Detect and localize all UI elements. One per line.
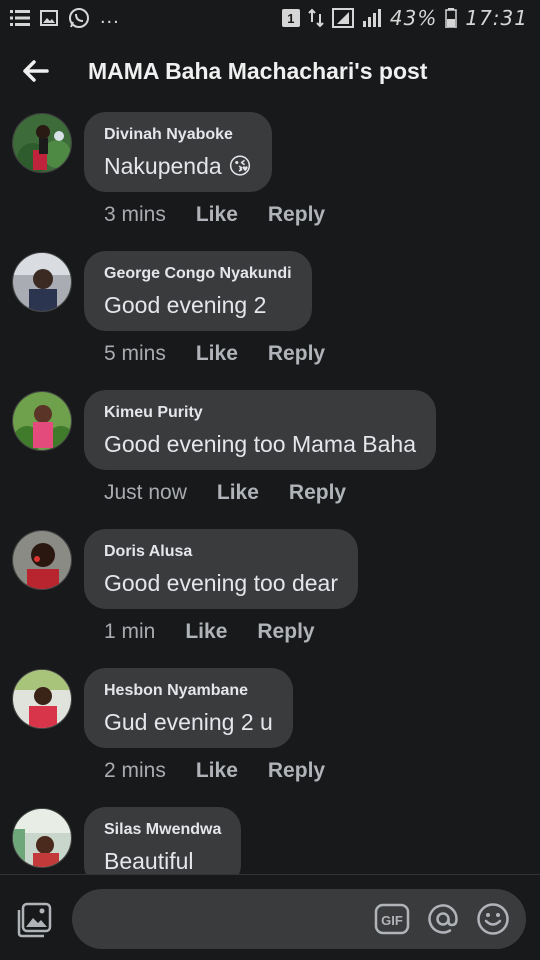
status-bar: ... 1 43% 17:31 bbox=[0, 0, 540, 36]
comment-time: Just now bbox=[104, 481, 187, 504]
comment-bubble[interactable]: George Congo Nyakundi Good evening 2 bbox=[84, 251, 312, 331]
like-button[interactable]: Like bbox=[196, 759, 238, 783]
reply-button[interactable]: Reply bbox=[268, 342, 325, 366]
like-button[interactable]: Like bbox=[196, 203, 238, 227]
arrow-left-icon bbox=[23, 60, 49, 82]
comment-bubble[interactable]: Hesbon Nyambane Gud evening 2 u bbox=[84, 668, 293, 748]
comment-text: Nakupenda 😘 bbox=[104, 153, 253, 179]
whatsapp-icon bbox=[68, 7, 90, 29]
comment-text: Beautiful bbox=[104, 848, 194, 874]
comment-time: 2 mins bbox=[104, 759, 166, 782]
comment-text: Good evening too dear bbox=[104, 570, 339, 596]
gif-label: GIF bbox=[381, 913, 403, 928]
comment-text: Good evening 2 bbox=[104, 292, 267, 318]
gallery-icon bbox=[40, 9, 58, 26]
comment-actions: 3 mins Like Reply bbox=[104, 203, 325, 227]
at-icon bbox=[428, 904, 458, 934]
sim-badge-label: 1 bbox=[287, 10, 295, 26]
gif-button[interactable]: GIF bbox=[374, 902, 410, 936]
avatar[interactable] bbox=[12, 808, 72, 868]
battery-icon bbox=[445, 8, 458, 28]
like-button[interactable]: Like bbox=[217, 481, 259, 505]
mention-button[interactable] bbox=[426, 902, 460, 936]
comment-composer: GIF bbox=[0, 874, 540, 960]
like-button[interactable]: Like bbox=[196, 342, 238, 366]
like-button[interactable]: Like bbox=[185, 620, 227, 644]
avatar[interactable] bbox=[12, 391, 72, 451]
commenter-name[interactable]: George Congo Nyakundi bbox=[104, 265, 292, 283]
comment-bubble[interactable]: Divinah Nyaboke Nakupenda 😘 bbox=[84, 112, 273, 192]
signal-box-icon bbox=[331, 8, 354, 28]
comment-bubble[interactable]: Doris Alusa Good evening too dear bbox=[84, 529, 359, 609]
avatar[interactable] bbox=[12, 669, 72, 729]
sim-badge: 1 bbox=[281, 9, 300, 27]
comment-text: Gud evening 2 u bbox=[104, 709, 273, 735]
smiley-icon bbox=[477, 903, 509, 935]
back-button[interactable] bbox=[18, 54, 52, 88]
reply-button[interactable]: Reply bbox=[257, 620, 314, 644]
commenter-name[interactable]: Kimeu Purity bbox=[104, 404, 416, 422]
commenter-name[interactable]: Hesbon Nyambane bbox=[104, 682, 273, 700]
commenter-name[interactable]: Divinah Nyaboke bbox=[104, 126, 252, 144]
more-notifications-indicator: ... bbox=[100, 6, 120, 28]
comment-text: Good evening too Mama Baha bbox=[104, 431, 416, 457]
avatar[interactable] bbox=[12, 252, 72, 312]
comment-bubble[interactable]: Kimeu Purity Good evening too Mama Baha bbox=[84, 390, 436, 470]
photo-button[interactable] bbox=[16, 901, 54, 939]
page-title: MAMA Baha Machachari's post bbox=[88, 58, 428, 84]
emoji-button[interactable] bbox=[476, 902, 510, 936]
avatar[interactable] bbox=[12, 113, 72, 173]
commenter-name[interactable]: Doris Alusa bbox=[104, 543, 338, 561]
comment-actions: 2 mins Like Reply bbox=[104, 759, 325, 783]
data-arrows-icon bbox=[308, 8, 324, 28]
reply-button[interactable]: Reply bbox=[268, 759, 325, 783]
list-icon bbox=[10, 9, 30, 27]
comment-input[interactable]: GIF bbox=[72, 889, 526, 949]
comment-actions: 1 min Like Reply bbox=[104, 620, 315, 644]
comment-time: 1 min bbox=[104, 620, 156, 643]
reply-button[interactable]: Reply bbox=[268, 203, 325, 227]
avatar[interactable] bbox=[12, 530, 72, 590]
app-header: MAMA Baha Machachari's post bbox=[0, 36, 540, 108]
gif-icon: GIF bbox=[374, 903, 410, 935]
photo-icon bbox=[17, 902, 52, 938]
comment-time: 3 mins bbox=[104, 203, 166, 226]
signal-bars-icon bbox=[362, 9, 382, 27]
comment-actions: Just now Like Reply bbox=[104, 481, 346, 505]
clock: 17:31 bbox=[465, 6, 528, 30]
commenter-name[interactable]: Silas Mwendwa bbox=[104, 821, 221, 839]
battery-percentage: 43% bbox=[389, 6, 438, 30]
comment-actions: 5 mins Like Reply bbox=[104, 342, 325, 366]
reply-button[interactable]: Reply bbox=[289, 481, 346, 505]
comment-time: 5 mins bbox=[104, 342, 166, 365]
